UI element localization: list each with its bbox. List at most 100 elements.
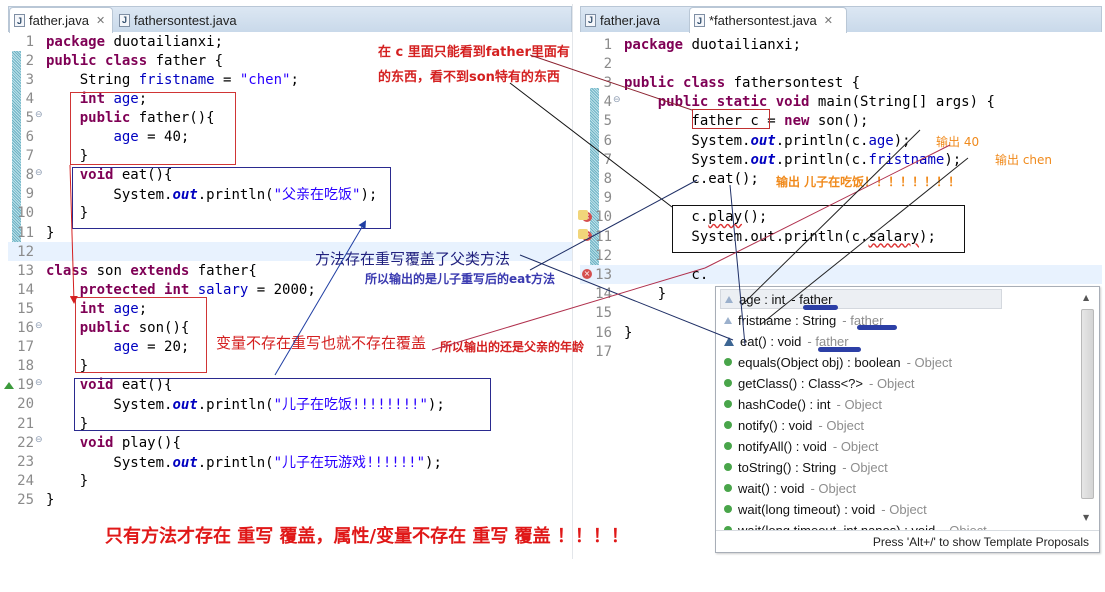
highlight-underline bbox=[857, 325, 897, 330]
code-line[interactable]: 12 bbox=[580, 246, 1102, 265]
code-text: } bbox=[46, 148, 89, 165]
line-number: 25 bbox=[17, 491, 34, 508]
fold-toggle-icon[interactable]: ⊖ bbox=[35, 168, 43, 178]
code-line[interactable]: 24 } bbox=[8, 471, 572, 490]
scroll-down-icon[interactable]: ▼ bbox=[1083, 513, 1089, 522]
tab-label: father.java bbox=[29, 13, 89, 28]
fold-toggle-icon[interactable]: ⊖ bbox=[613, 95, 621, 105]
tab-label: fathersontest.java bbox=[134, 12, 237, 28]
code-line[interactable]: 15 int age; bbox=[8, 299, 572, 318]
code-line[interactable]: 9 System.out.println("父亲在吃饭"); bbox=[8, 185, 572, 204]
proposal-signature: age : int bbox=[739, 291, 786, 307]
proposal-item[interactable]: wait() : void - Object bbox=[724, 478, 856, 498]
tab-fathersontest-java[interactable]: J fathersontest.java bbox=[115, 7, 243, 33]
code-line[interactable]: 23 System.out.println("儿子在玩游戏!!!!!!"); bbox=[8, 452, 572, 471]
line-number: 20 bbox=[17, 396, 34, 413]
code-line[interactable]: 19 ⊖ void eat(){ bbox=[4, 376, 572, 395]
quickfix-bulb-icon[interactable] bbox=[578, 209, 588, 220]
proposals-scrollbar[interactable]: ▲ ▼ bbox=[1080, 291, 1095, 526]
code-line[interactable]: 10 } bbox=[8, 204, 572, 223]
code-line[interactable]: 4 int age; bbox=[8, 89, 572, 108]
code-line[interactable]: 4 ⊖ public static void main(String[] args… bbox=[580, 93, 1102, 112]
code-text: protected int salary = 2000; bbox=[79, 281, 316, 298]
code-line[interactable]: 6 System.out.println(c.age); bbox=[580, 131, 1102, 150]
code-line[interactable]: 5 father c = new son(); bbox=[580, 112, 1102, 131]
code-line[interactable]: 10× c.play(); bbox=[578, 208, 1102, 227]
code-line[interactable]: 7 } bbox=[8, 147, 572, 166]
code-line[interactable]: 2 bbox=[580, 54, 1102, 73]
close-tab-icon[interactable]: ✕ bbox=[96, 14, 105, 27]
method-default-icon bbox=[724, 336, 734, 346]
content-assist-popup[interactable]: age : int - father fristname : String - f… bbox=[715, 286, 1100, 553]
code-line[interactable]: 21 } bbox=[8, 414, 572, 433]
code-text: System.out.println("父亲在吃饭"); bbox=[46, 187, 378, 204]
java-file-icon: J bbox=[119, 13, 130, 27]
line-number: 13 bbox=[17, 262, 34, 279]
proposal-item[interactable]: getClass() : Class<?> - Object bbox=[724, 373, 915, 393]
field-default-icon bbox=[725, 295, 733, 303]
proposal-item[interactable]: equals(Object obj) : boolean - Object bbox=[724, 352, 952, 372]
code-text: System.out.println("儿子在玩游戏!!!!!!"); bbox=[46, 454, 442, 471]
tab-fathersontest-java[interactable]: J *fathersontest.java ✕ bbox=[689, 7, 847, 33]
proposal-item[interactable]: toString() : String - Object bbox=[724, 457, 888, 477]
proposal-signature: wait(long timeout) : void bbox=[738, 501, 876, 517]
fold-toggle-icon[interactable]: ⊖ bbox=[35, 435, 43, 445]
line-number: 1 bbox=[25, 33, 34, 50]
tab-father-java[interactable]: J father.java bbox=[581, 7, 666, 33]
code-line[interactable]: 6 age = 40; bbox=[8, 128, 572, 147]
code-line[interactable]: 8 ⊖ void eat(){ bbox=[8, 166, 572, 185]
code-line[interactable]: 22 ⊖ void play(){ bbox=[8, 433, 572, 452]
line-number: 3 bbox=[25, 71, 34, 88]
code-line[interactable]: 11× System.out.println(c.salary); bbox=[578, 227, 1102, 246]
code-text: public father(){ bbox=[79, 109, 215, 126]
fold-toggle-icon[interactable]: ⊖ bbox=[35, 321, 43, 331]
code-text: System.out.println(c.salary); bbox=[624, 228, 936, 245]
tab-father-java[interactable]: J father.java ✕ bbox=[9, 7, 113, 33]
line-number: 8 bbox=[25, 167, 34, 184]
left-tab-bar: J father.java ✕ J fathersontest.java bbox=[8, 6, 572, 33]
note-var-no-override: 变量不存在重写也就不存在覆盖 bbox=[216, 334, 427, 352]
line-number: 9 bbox=[25, 186, 34, 203]
code-line[interactable]: 5 ⊖ public father(){ bbox=[8, 108, 572, 127]
code-text: package duotailianxi; bbox=[624, 36, 802, 53]
public-method-icon bbox=[724, 421, 732, 429]
code-text: System.out.println(c.fristname); bbox=[624, 151, 962, 168]
line-number: 7 bbox=[25, 148, 34, 165]
code-text: } bbox=[46, 491, 55, 508]
code-text: public son(){ bbox=[79, 320, 190, 336]
code-line[interactable]: 11} bbox=[8, 223, 572, 242]
proposal-owner: - Object bbox=[832, 438, 879, 454]
code-line[interactable]: 13 × c. bbox=[580, 265, 1102, 285]
code-line[interactable]: 18 } bbox=[8, 357, 572, 376]
public-method-icon bbox=[724, 463, 732, 471]
proposal-item[interactable]: notifyAll() : void - Object bbox=[724, 436, 878, 456]
code-line[interactable]: 9 bbox=[580, 189, 1102, 208]
code-line[interactable]: 20 System.out.println("儿子在吃饭!!!!!!!!"); bbox=[8, 395, 572, 414]
code-line[interactable]: 25} bbox=[8, 490, 572, 509]
code-text: System.out.println("儿子在吃饭!!!!!!!!"); bbox=[46, 397, 445, 414]
public-method-icon bbox=[724, 484, 732, 492]
proposal-item[interactable]: age : int - father bbox=[720, 289, 1002, 309]
proposal-item[interactable]: hashCode() : int - Object bbox=[724, 394, 882, 414]
proposal-item[interactable]: notify() : void - Object bbox=[724, 415, 864, 435]
scroll-up-icon[interactable]: ▲ bbox=[1083, 293, 1089, 302]
line-number: 5 bbox=[603, 113, 612, 130]
code-text: public class father { bbox=[46, 52, 224, 69]
java-file-icon: J bbox=[694, 14, 705, 27]
line-number: 21 bbox=[17, 415, 34, 432]
code-line[interactable]: 1 package duotailianxi; bbox=[580, 35, 1102, 54]
code-text: c. bbox=[624, 266, 709, 283]
proposal-signature: equals(Object obj) : boolean bbox=[738, 354, 901, 370]
line-number: 16 bbox=[595, 324, 612, 341]
public-method-icon bbox=[724, 379, 732, 387]
proposal-item[interactable]: wait(long timeout) : void - Object bbox=[724, 499, 927, 519]
line-number: 16 bbox=[17, 320, 34, 336]
scrollbar-thumb[interactable] bbox=[1081, 309, 1094, 499]
code-line[interactable]: 3 public class fathersontest { bbox=[580, 73, 1102, 92]
close-tab-icon[interactable]: ✕ bbox=[824, 14, 833, 27]
proposal-signature: notifyAll() : void bbox=[738, 438, 827, 454]
fold-toggle-icon[interactable]: ⊖ bbox=[35, 110, 43, 120]
quickfix-bulb-icon[interactable] bbox=[578, 229, 588, 239]
fold-toggle-icon[interactable]: ⊖ bbox=[35, 378, 43, 388]
code-text: package duotailianxi; bbox=[46, 33, 224, 50]
